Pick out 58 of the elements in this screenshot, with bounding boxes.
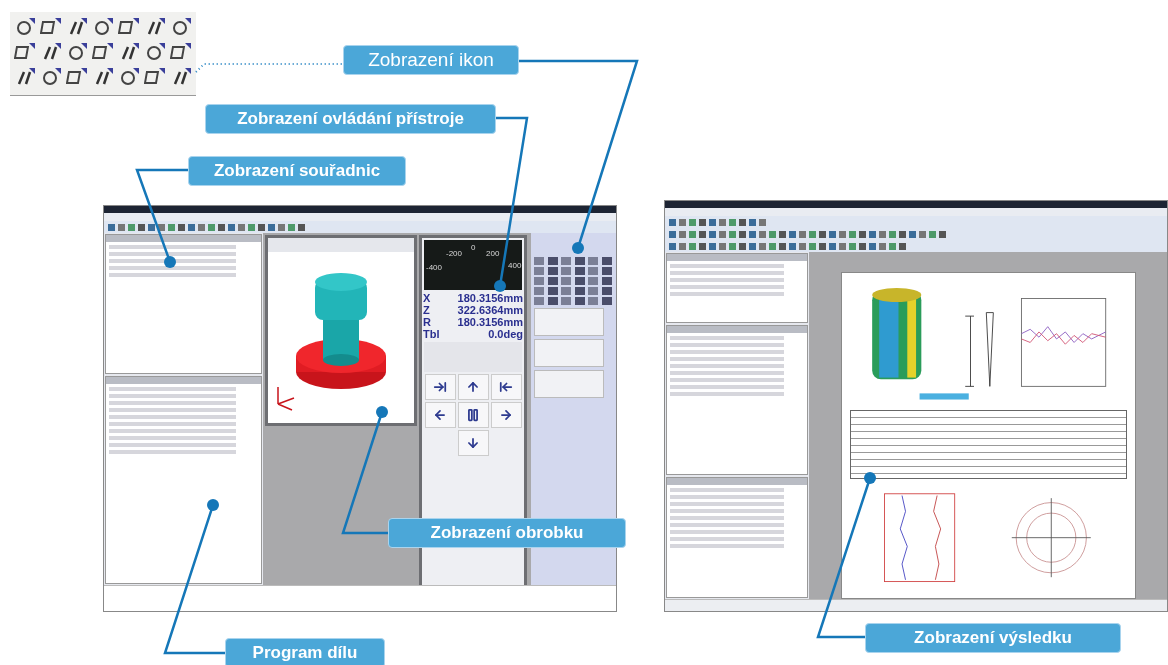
tool-icon[interactable] [547,267,558,275]
arrow-icon [499,380,513,394]
scale-line [964,315,974,387]
dial-label: -200 [446,248,462,260]
color-scale-bar [919,393,969,400]
tool-icon[interactable] [574,297,585,305]
arrow-icon [433,380,447,394]
jog-button[interactable] [457,402,489,428]
measurement-tool-icon[interactable] [14,16,36,38]
tool-icon[interactable] [547,257,558,265]
measurement-tool-icon[interactable] [170,16,192,38]
axis-readout: 180.3156mm [457,316,523,328]
tool-icon[interactable] [601,287,612,295]
axis-label: X [423,292,431,304]
axis-readout: 322.6364mm [457,304,523,316]
dial-label: 200 [486,248,500,260]
arrow-icon [466,436,480,450]
arrow-icon [499,408,513,422]
jog-button[interactable] [457,374,489,400]
measurement-tool-icon[interactable] [66,41,88,63]
measurement-tool-icon[interactable] [144,41,166,63]
callout-label: Zobrazení souřadnic [188,156,406,186]
dial-label: -400 [426,262,442,274]
dial-label: 0 [471,242,476,254]
axis-label: Z [423,304,430,316]
tool-icon[interactable] [601,277,612,285]
axis-readout: 180.3156mm [457,292,523,304]
list-row[interactable] [109,252,236,256]
tool-icon[interactable] [574,277,585,285]
measurement-tool-icon[interactable] [92,16,114,38]
callout-label: Zobrazení obrobku [388,518,626,548]
tool-icon[interactable] [601,257,612,265]
jog-button[interactable] [490,374,522,400]
tool-icon[interactable] [574,257,585,265]
jog-button[interactable] [490,402,522,428]
measurement-tool-icon[interactable] [40,66,62,88]
callout-label: Zobrazení výsledku [865,623,1121,653]
jog-button[interactable] [424,402,456,428]
tool-icon[interactable] [547,277,558,285]
jog-button[interactable] [457,430,489,456]
axis-label: R [423,316,431,328]
jog-button[interactable] [424,374,456,400]
arrow-icon [466,408,480,422]
callout-label: Zobrazení ikon [343,45,519,75]
callout-label: Zobrazení ovládání přístroje [205,104,496,134]
axis-readout: 0.0deg [488,328,523,340]
tool-icon[interactable] [574,267,585,275]
list-row[interactable] [109,266,236,270]
dial-label: 400 [508,260,522,272]
list-row[interactable] [109,259,236,263]
tool-icon[interactable] [547,287,558,295]
callout-label: Program dílu [225,638,385,665]
tool-icon[interactable] [601,297,612,305]
tool-icon[interactable] [601,267,612,275]
tool-icon[interactable] [574,287,585,295]
measurement-tool-icon[interactable] [118,66,140,88]
tool-icon[interactable] [547,297,558,305]
axis-label: Tbl [423,328,440,340]
